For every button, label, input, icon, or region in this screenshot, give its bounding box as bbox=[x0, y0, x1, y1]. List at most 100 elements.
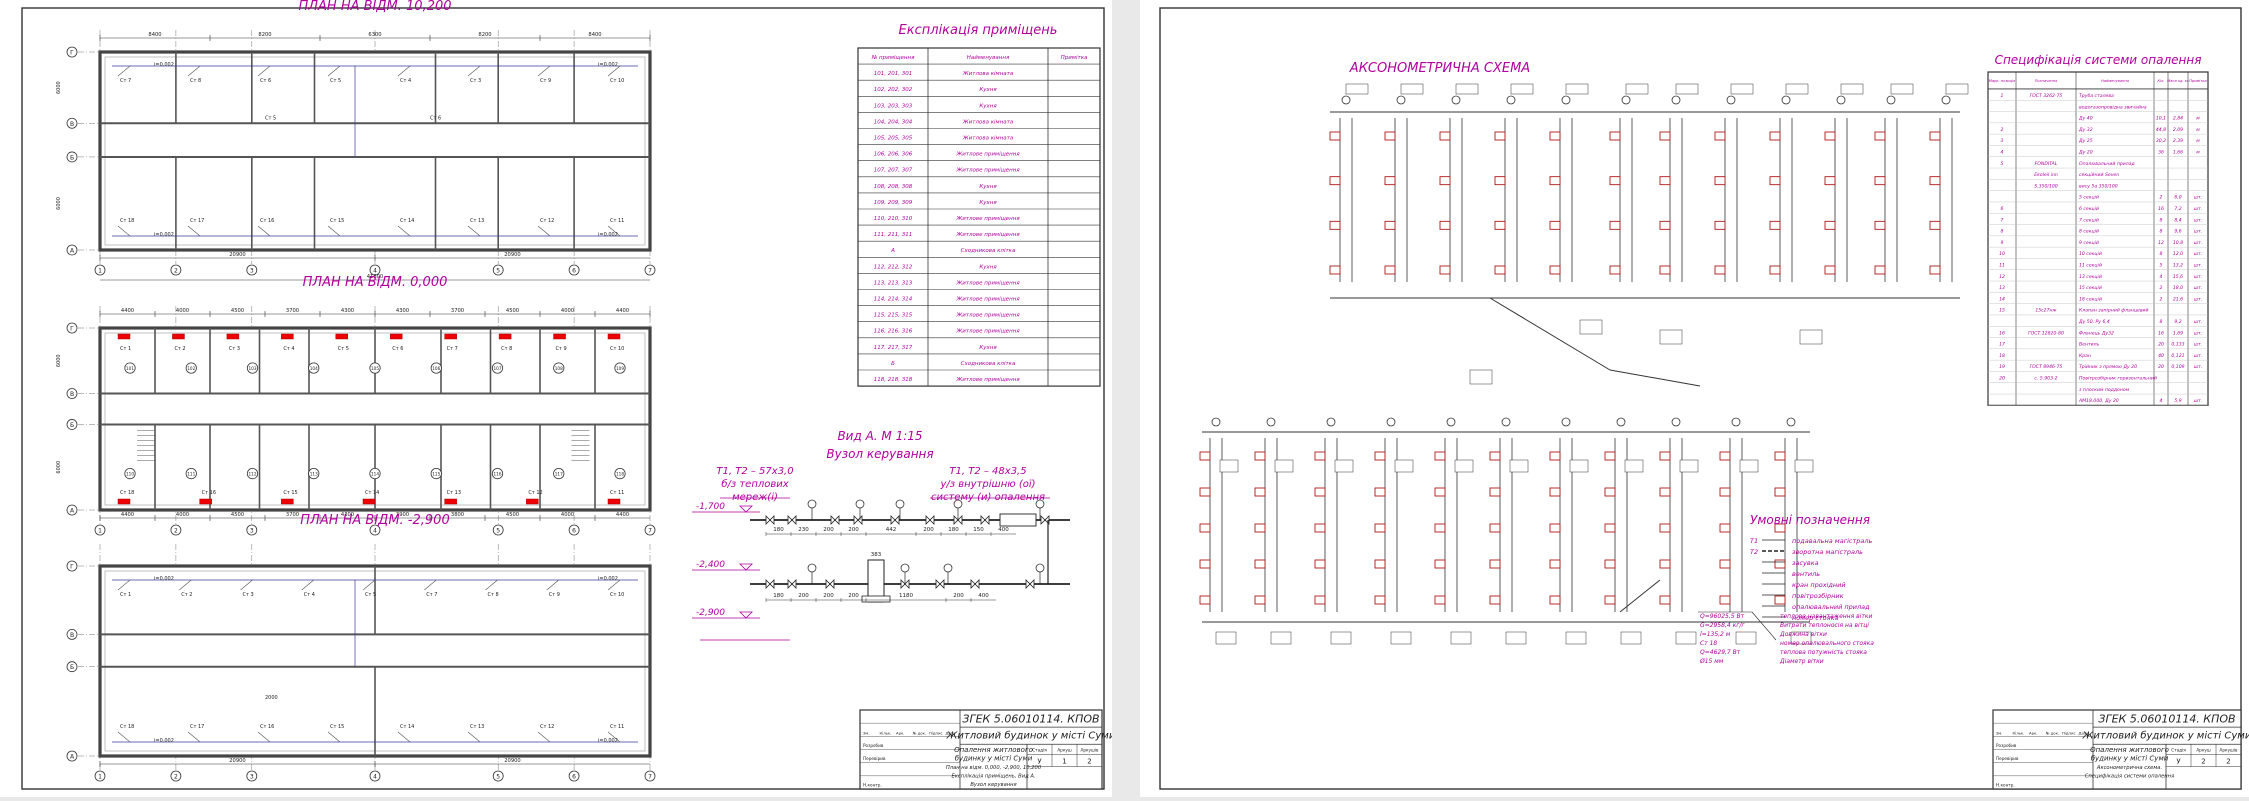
valve-symbol bbox=[787, 579, 797, 589]
dimension-value: 2000 bbox=[265, 695, 278, 701]
axis-label: 1 bbox=[98, 268, 102, 275]
spec-cell: 2,39 bbox=[2173, 138, 2183, 144]
explication-title: Експлікація приміщень bbox=[899, 23, 1058, 38]
spec-cell: ГОСТ 8946-75 bbox=[2030, 364, 2063, 370]
spec-cell: водогазопровідна звичайна bbox=[2079, 104, 2147, 110]
radiator-icon bbox=[1769, 176, 1781, 186]
riser-label: Ст 15 bbox=[283, 490, 297, 496]
formula-term: Ст 18 bbox=[1700, 640, 1717, 647]
slope-label: i=0,002 bbox=[598, 232, 618, 238]
radiator-icon bbox=[1199, 487, 1211, 497]
dimension-value: 3700 bbox=[451, 308, 464, 314]
branch-tag bbox=[1799, 329, 1823, 345]
pressure-gauge-icon bbox=[953, 499, 963, 509]
spec-cell: шт. bbox=[2194, 354, 2202, 359]
spec-cell: 8 bbox=[2160, 229, 2163, 235]
outer-wall bbox=[98, 50, 652, 252]
spec-cell: 8 bbox=[2160, 217, 2163, 223]
riser-tag bbox=[1454, 459, 1474, 473]
room-name-cell: Кухня bbox=[979, 345, 997, 351]
sheet-description: Специфікація системи опалення bbox=[2085, 774, 2174, 780]
radiator-icon bbox=[1659, 523, 1671, 533]
radiator-icon bbox=[1439, 265, 1451, 275]
stamp-column-header: № док. bbox=[913, 730, 927, 735]
radiator-icon bbox=[1254, 451, 1266, 461]
formula-description: Діаметр вітки bbox=[1779, 658, 1824, 665]
row-axis-label: Г bbox=[70, 50, 74, 57]
branch-tag bbox=[1579, 319, 1603, 335]
room-name-cell: Кухня bbox=[979, 87, 997, 93]
radiator bbox=[335, 333, 349, 340]
radiator-icon bbox=[1874, 265, 1886, 275]
stamp-header: Аркушів bbox=[2220, 747, 2239, 752]
radiator-icon bbox=[1199, 559, 1211, 569]
dimension-value: 4500 bbox=[506, 308, 519, 314]
riser-tag bbox=[1505, 631, 1527, 645]
pressure-gauge-icon bbox=[807, 563, 817, 573]
dim-value: 200 bbox=[823, 527, 834, 533]
riser-tag bbox=[1219, 459, 1239, 473]
room-number-cell: 110, 210, 310 bbox=[874, 216, 913, 222]
axis-label: 4 bbox=[373, 774, 377, 781]
formula-term: Q=4629,7 Вт bbox=[1700, 649, 1741, 656]
radiator-icon bbox=[1549, 220, 1561, 230]
room-number-cell: 111, 211, 311 bbox=[874, 232, 913, 238]
spec-cell: 9,2 bbox=[2174, 319, 2181, 325]
room-number: 101 bbox=[126, 366, 134, 371]
title-block: ЗГЕК 5.06010114. КПОВ Житловий будинок у … bbox=[859, 709, 1116, 790]
spec-cell: 20 bbox=[2158, 364, 2164, 370]
radiator bbox=[281, 498, 294, 505]
spec-cell: м bbox=[2196, 139, 2200, 144]
axis-label: 2 bbox=[174, 774, 178, 781]
room-number: 110 bbox=[126, 472, 134, 477]
radiator-icon bbox=[1609, 265, 1621, 275]
radiator-icon bbox=[1489, 487, 1501, 497]
riser-number-icon bbox=[1616, 417, 1626, 427]
radiator-icon bbox=[1929, 131, 1941, 141]
drawing-viewport[interactable]: ПЛАН НА ВІДМ. 10,200 1 2 3 4 5 6 7 Г В Б А 8400 8200 6… bbox=[0, 0, 2249, 797]
riser-label: Ст 3 bbox=[229, 346, 240, 352]
radiator-icon bbox=[1494, 265, 1506, 275]
spec-cell: 3 bbox=[2001, 138, 2004, 144]
spec-cell: 2 bbox=[2160, 285, 2163, 291]
room-number: 118 bbox=[616, 472, 624, 477]
spec-cell: 4 bbox=[2001, 149, 2004, 155]
room-number: 103 bbox=[249, 366, 257, 371]
spec-cell: ГОСТ 3262-75 bbox=[2030, 93, 2063, 99]
spec-cell: 6,0 bbox=[2174, 195, 2181, 201]
radiator-icon bbox=[1659, 595, 1671, 605]
valve-symbol bbox=[890, 515, 900, 525]
dimension-value: 3700 bbox=[286, 512, 299, 518]
spec-cell: 12 bbox=[1999, 274, 2005, 280]
spec-cell: 7 bbox=[2001, 217, 2004, 223]
room-number: 112 bbox=[249, 472, 257, 477]
spec-cell: шт. bbox=[2194, 343, 2202, 348]
radiator bbox=[526, 498, 539, 505]
spec-cell: м bbox=[2196, 128, 2200, 133]
dimension-value: 4400 bbox=[616, 512, 629, 518]
plan-title: ПЛАН НА ВІДМ. 10,200 bbox=[298, 0, 451, 14]
sheet-description: Опалення житлового bbox=[954, 746, 1033, 754]
dim-value: 400 bbox=[978, 593, 989, 599]
radiator-icon bbox=[1374, 451, 1386, 461]
document-code: ЗГЕК 5.06010114. КПОВ bbox=[962, 713, 1099, 726]
level-marker bbox=[739, 611, 753, 619]
radiator-icon bbox=[1489, 559, 1501, 569]
room-name-cell: Кухня bbox=[979, 200, 997, 206]
stamp-header: Аркушів bbox=[1081, 747, 1100, 752]
radiator-icon bbox=[1769, 131, 1781, 141]
riser-label: Ст 14 bbox=[400, 218, 414, 224]
room-number-cell: 108, 208, 308 bbox=[874, 184, 913, 190]
room-name-cell: Житлове приміщення bbox=[955, 232, 1020, 238]
radiator-icon bbox=[1384, 220, 1396, 230]
formula-term: Q=96025,5 Вт bbox=[1700, 613, 1745, 620]
vid-subtitle: Вузол керування bbox=[826, 447, 933, 461]
axis-label: 7 bbox=[648, 774, 652, 781]
spec-cell: 11 bbox=[1999, 262, 2005, 268]
radiator-icon bbox=[1609, 176, 1621, 186]
dimension-value: 4000 bbox=[176, 308, 189, 314]
spec-cell: Ду 50, Ру 6,4 bbox=[2078, 319, 2110, 325]
dim-value: 150 bbox=[973, 527, 984, 533]
riser-label: Ст 18 bbox=[120, 490, 134, 496]
riser-label: Ст 1 bbox=[120, 592, 131, 598]
